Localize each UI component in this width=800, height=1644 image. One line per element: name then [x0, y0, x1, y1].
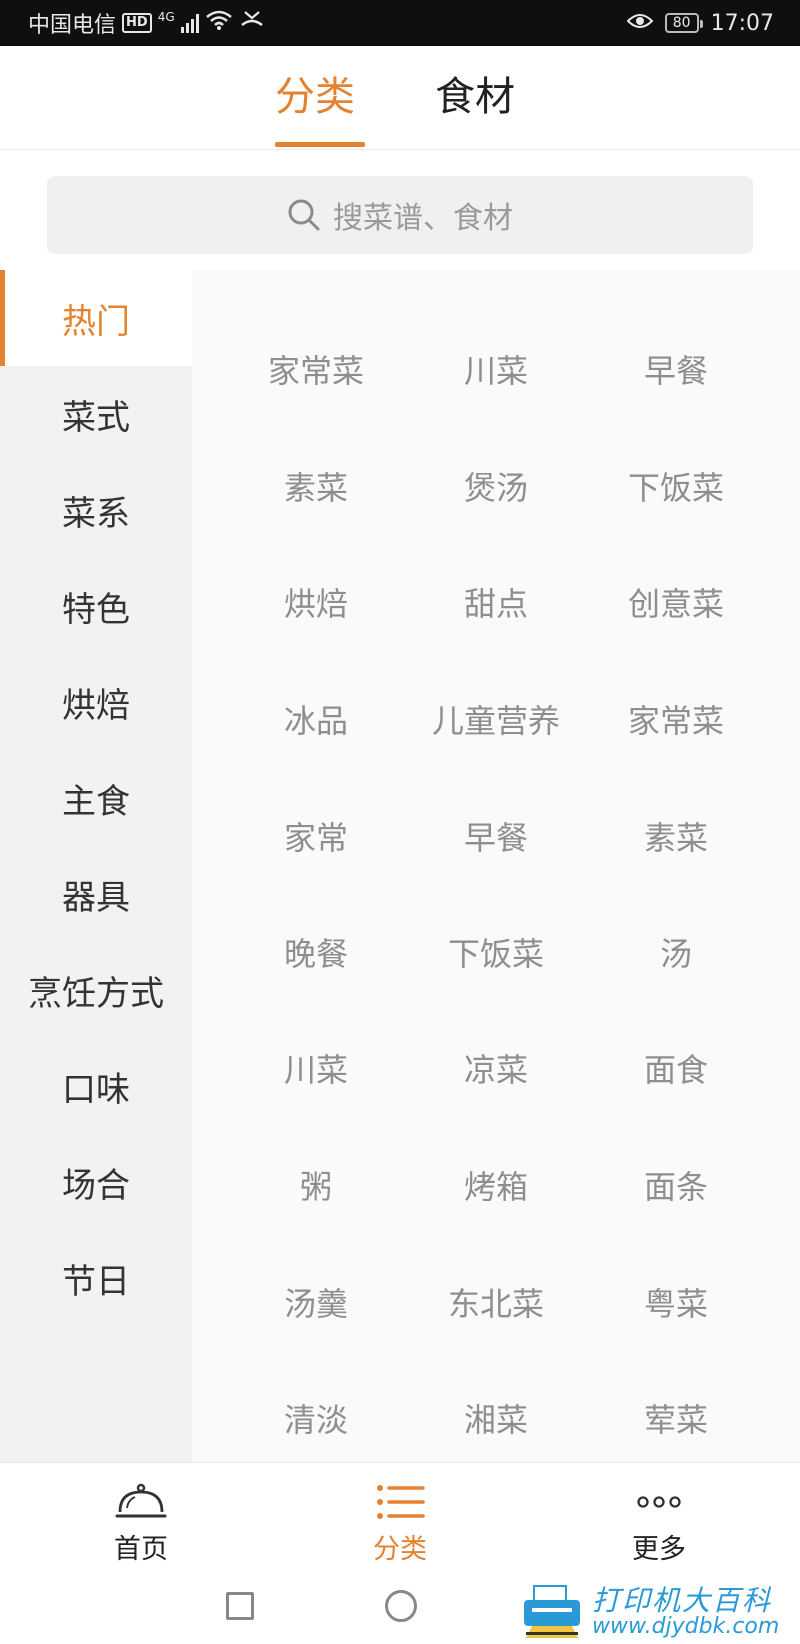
active-tab-indicator [275, 142, 365, 147]
grid-item[interactable]: 家常 [226, 806, 406, 866]
sidebar-item-specialty[interactable]: 特色 [0, 558, 192, 654]
grid-item[interactable]: 下饭菜 [586, 456, 766, 516]
grid-item[interactable]: 家常菜 [586, 689, 766, 749]
sidebar-item-flavor[interactable]: 口味 [0, 1038, 192, 1134]
sidebar-item-cooking-method[interactable]: 烹饪方式 [0, 942, 192, 1038]
list-icon [375, 1481, 425, 1523]
bottom-nav-more-label: 更多 [632, 1534, 686, 1565]
network-type: 4G [157, 10, 175, 24]
grid-item[interactable]: 面条 [586, 1155, 766, 1215]
watermark: 打印机大百科 www.djydbk.com [520, 1580, 800, 1644]
wifi-icon [205, 9, 233, 37]
grid-item[interactable]: 家常菜 [226, 339, 406, 399]
grid-item[interactable]: 面食 [586, 1038, 766, 1098]
bottom-nav-bar: 首页 分类 更多 [0, 1462, 800, 1574]
cloche-icon [115, 1481, 167, 1523]
bottom-nav-category[interactable]: 分类 [330, 1463, 470, 1575]
bottom-nav-more[interactable]: 更多 [589, 1463, 729, 1575]
search-icon [287, 198, 321, 232]
grid-item[interactable]: 湘菜 [406, 1388, 586, 1448]
watermark-url: www.djydbk.com [592, 1614, 780, 1640]
watermark-title: 打印机大百科 [592, 1583, 773, 1617]
status-bar: 中国电信 HD 4G 80 17:07 [0, 0, 800, 46]
grid-item[interactable]: 东北菜 [406, 1272, 586, 1332]
grid-item[interactable]: 汤羹 [226, 1272, 406, 1332]
signal-icon [180, 13, 199, 33]
search-placeholder: 搜菜谱、食材 [333, 201, 513, 236]
eye-icon [626, 11, 654, 36]
sidebar-item-baking[interactable]: 烘焙 [0, 654, 192, 750]
sidebar-item-festival[interactable]: 节日 [0, 1230, 192, 1326]
watermark-text: 打印机大百科 www.djydbk.com [592, 1583, 780, 1640]
grid-item[interactable]: 烤箱 [406, 1155, 586, 1215]
grid-item[interactable]: 川菜 [226, 1038, 406, 1098]
sidebar-item-utensils[interactable]: 器具 [0, 846, 192, 942]
sidebar-item-cuisine[interactable]: 菜系 [0, 462, 192, 558]
grid-item[interactable]: 烘焙 [226, 572, 406, 632]
top-tab-bar: 分类 食材 [0, 46, 800, 150]
sidebar-item-dish-style[interactable]: 菜式 [0, 366, 192, 462]
grid-item[interactable]: 儿童营养 [406, 689, 586, 749]
home-circle-icon[interactable] [385, 1590, 417, 1622]
grid-item[interactable]: 粤菜 [586, 1272, 766, 1332]
grid-item[interactable]: 早餐 [586, 339, 766, 399]
grid-item[interactable]: 甜点 [406, 572, 586, 632]
printer-logo-icon [520, 1584, 584, 1640]
search-bar[interactable]: 搜菜谱、食材 [47, 176, 753, 254]
bottom-nav-home[interactable]: 首页 [71, 1463, 211, 1575]
grid-item[interactable]: 素菜 [586, 806, 766, 866]
status-left: 中国电信 HD 4G [28, 0, 265, 46]
grid-item[interactable]: 煲汤 [406, 456, 586, 516]
grid-item[interactable]: 川菜 [406, 339, 586, 399]
battery-icon: 80 [664, 13, 703, 33]
grid-item[interactable]: 清淡 [226, 1388, 406, 1448]
tab-ingredients[interactable]: 食材 [435, 72, 515, 122]
missed-call-icon [239, 9, 265, 37]
recents-square-icon[interactable] [226, 1592, 254, 1620]
grid-item[interactable]: 荤菜 [586, 1388, 766, 1448]
bottom-nav-home-label: 首页 [114, 1534, 168, 1565]
status-right: 80 17:07 [626, 0, 774, 46]
tab-category[interactable]: 分类 [275, 72, 355, 122]
grid-item[interactable]: 粥 [226, 1155, 406, 1215]
grid-item[interactable]: 素菜 [226, 456, 406, 516]
bottom-nav-category-label: 分类 [373, 1534, 427, 1565]
category-grid: 家常菜 川菜 早餐 素菜 煲汤 下饭菜 烘焙 甜点 创意菜 冰品 儿童营养 家常… [192, 270, 800, 1462]
grid-item[interactable]: 冰品 [226, 689, 406, 749]
sidebar-item-hot[interactable]: 热门 [0, 270, 192, 366]
more-dots-icon [637, 1481, 681, 1523]
grid-item[interactable]: 创意菜 [586, 572, 766, 632]
grid-item[interactable]: 凉菜 [406, 1038, 586, 1098]
grid-item[interactable]: 汤 [586, 922, 766, 982]
grid-item[interactable]: 下饭菜 [406, 922, 586, 982]
carrier-label: 中国电信 [28, 13, 117, 38]
hd-badge: HD [122, 13, 152, 33]
sidebar-item-staple[interactable]: 主食 [0, 750, 192, 846]
grid-item[interactable]: 早餐 [406, 806, 586, 866]
grid-item[interactable]: 晚餐 [226, 922, 406, 982]
category-sidebar: 热门 菜式 菜系 特色 烘焙 主食 器具 烹饪方式 口味 场合 节日 [0, 270, 192, 1462]
sidebar-item-occasion[interactable]: 场合 [0, 1134, 192, 1230]
clock: 17:07 [710, 10, 774, 36]
